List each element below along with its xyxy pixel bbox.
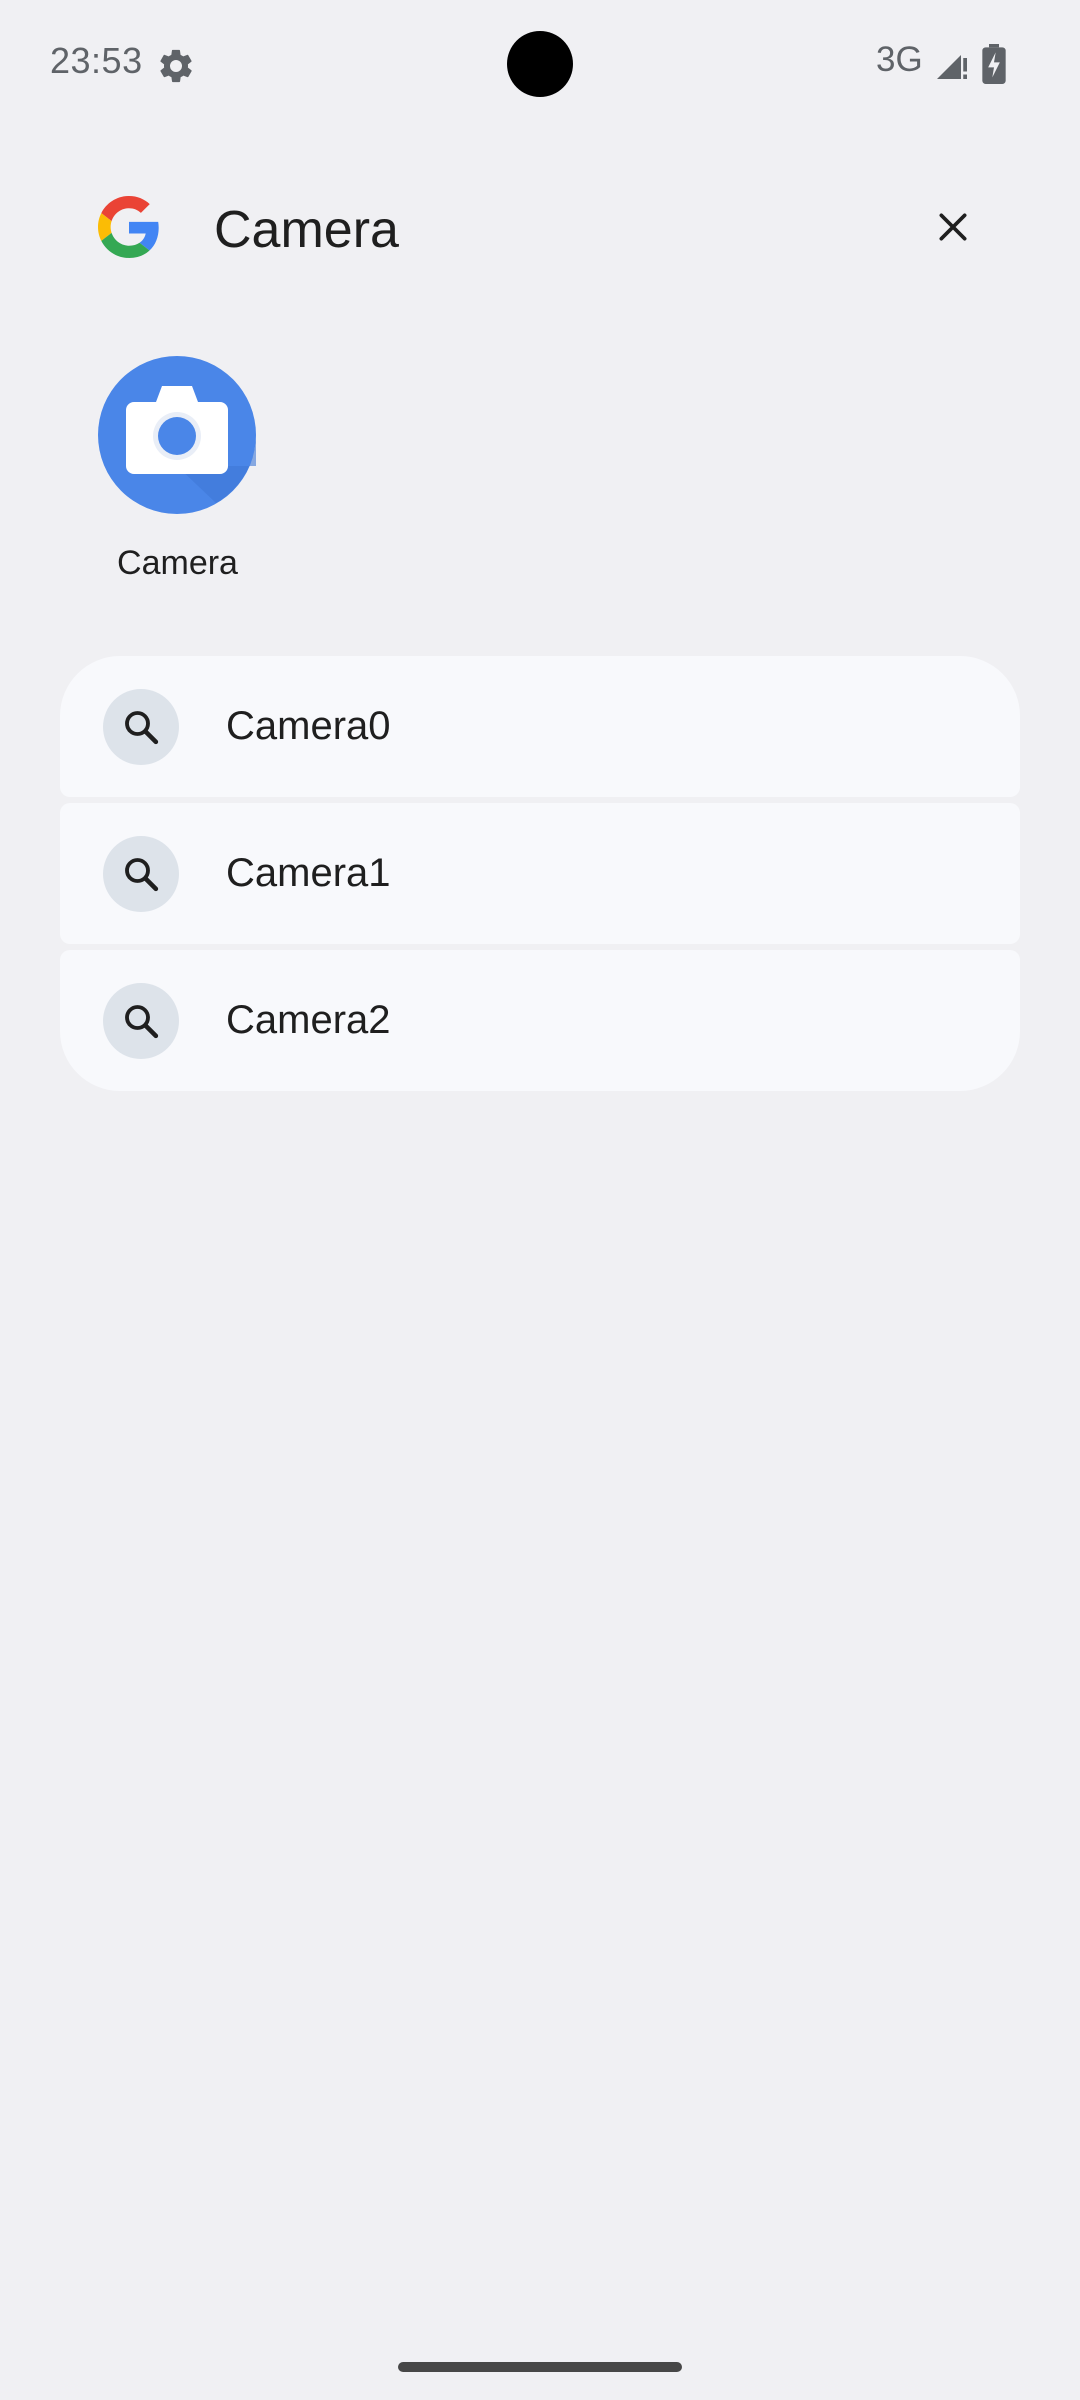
search-icon bbox=[103, 983, 179, 1059]
suggestion-list: Camera0 Camera1 Camera2 bbox=[60, 656, 1020, 1091]
google-logo-icon bbox=[98, 196, 159, 258]
camera-cutout bbox=[507, 31, 573, 97]
search-icon bbox=[103, 836, 179, 912]
app-label: Camera bbox=[117, 544, 238, 582]
battery-charging-icon bbox=[982, 44, 1006, 84]
status-bar: 23:53 3G bbox=[0, 0, 1080, 130]
suggestion-text: Camera2 bbox=[226, 998, 391, 1042]
camera-app-icon bbox=[98, 356, 256, 514]
gear-icon bbox=[160, 49, 192, 83]
search-bar[interactable]: Camera bbox=[0, 170, 1080, 290]
cell-signal-icon bbox=[937, 55, 967, 79]
clear-search-button[interactable] bbox=[918, 192, 988, 262]
suggestion-item[interactable]: Camera2 bbox=[60, 950, 1020, 1091]
status-time: 23:53 bbox=[50, 40, 143, 81]
close-icon bbox=[939, 213, 967, 241]
suggestion-text: Camera0 bbox=[226, 704, 391, 748]
suggestion-item[interactable]: Camera1 bbox=[60, 803, 1020, 944]
suggestion-item[interactable]: Camera0 bbox=[60, 656, 1020, 797]
suggestion-text: Camera1 bbox=[226, 851, 391, 895]
search-query-text[interactable]: Camera bbox=[214, 200, 399, 260]
search-screen: 23:53 3G Camera Camera Camera0 Camera1 C… bbox=[0, 0, 1080, 2400]
app-result-camera[interactable]: Camera bbox=[80, 350, 275, 590]
gesture-nav-bar[interactable] bbox=[398, 2362, 682, 2372]
search-icon bbox=[103, 689, 179, 765]
network-type: 3G bbox=[876, 40, 923, 79]
